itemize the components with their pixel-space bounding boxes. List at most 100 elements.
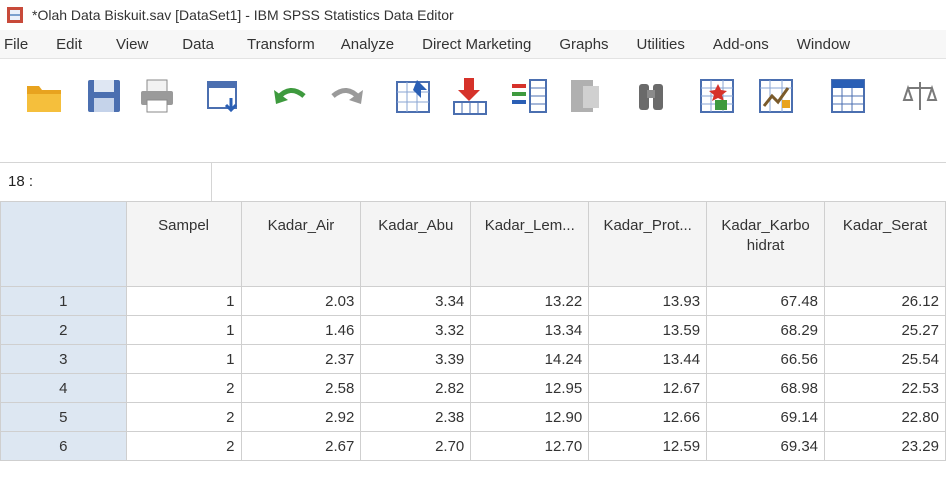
undo-icon <box>274 88 306 104</box>
data-cell[interactable]: 2 <box>125 373 242 403</box>
menu-transform[interactable]: Transform <box>247 36 315 53</box>
column-header[interactable]: Kadar_Karbo hidrat <box>706 201 826 287</box>
data-cell[interactable]: 12.59 <box>588 431 708 461</box>
menu-analyze[interactable]: Analyze <box>341 36 394 53</box>
data-cell[interactable]: 1 <box>125 286 242 316</box>
print-button[interactable] <box>135 74 179 118</box>
split-file-button[interactable] <box>826 74 870 118</box>
column-header-row: Sampel Kadar_Air Kadar_Abu Kadar_Lem... … <box>0 201 946 287</box>
data-cell[interactable]: 1.46 <box>240 315 362 345</box>
menu-window[interactable]: Window <box>797 36 850 53</box>
data-cell[interactable]: 22.80 <box>824 402 946 432</box>
data-cell[interactable]: 3.39 <box>360 344 472 374</box>
table-row: 4 2 2.58 2.82 12.95 12.67 68.98 22.53 <box>0 373 946 403</box>
data-cell[interactable]: 13.22 <box>470 286 590 316</box>
row-header[interactable]: 2 <box>0 315 127 345</box>
data-cell[interactable]: 25.27 <box>824 315 946 345</box>
row-header[interactable]: 6 <box>0 431 127 461</box>
run-descriptive-button[interactable] <box>563 74 607 118</box>
data-cell[interactable]: 67.48 <box>706 286 826 316</box>
save-icon <box>88 80 120 112</box>
column-header[interactable]: Kadar_Abu <box>360 201 472 287</box>
data-cell[interactable]: 12.90 <box>470 402 590 432</box>
column-header[interactable]: Kadar_Air <box>240 201 362 287</box>
data-cell[interactable]: 2.58 <box>240 373 362 403</box>
column-header[interactable]: Sampel <box>125 201 242 287</box>
data-cell[interactable]: 2.82 <box>360 373 472 403</box>
data-cell[interactable]: 22.53 <box>824 373 946 403</box>
data-cell[interactable]: 68.98 <box>706 373 826 403</box>
data-cell[interactable]: 66.56 <box>706 344 826 374</box>
menu-file[interactable]: File <box>4 36 28 53</box>
grid-corner-cell[interactable] <box>0 201 127 287</box>
menu-edit[interactable]: Edit <box>56 36 82 53</box>
variables-button[interactable] <box>508 74 552 118</box>
cell-value-input[interactable] <box>213 163 946 201</box>
data-cell[interactable]: 13.44 <box>588 344 708 374</box>
data-cell[interactable]: 1 <box>125 344 242 374</box>
data-cell[interactable]: 2 <box>125 431 242 461</box>
data-cell[interactable]: 13.34 <box>470 315 590 345</box>
redo-button[interactable] <box>325 74 369 118</box>
row-header[interactable]: 3 <box>0 344 127 374</box>
data-cell[interactable]: 3.34 <box>360 286 472 316</box>
data-cell[interactable]: 2.37 <box>240 344 362 374</box>
weight-cases-button[interactable] <box>900 74 940 118</box>
data-cell[interactable]: 13.93 <box>588 286 708 316</box>
recall-dialog-button[interactable] <box>203 74 247 118</box>
column-header[interactable]: Kadar_Lem... <box>470 201 590 287</box>
data-cell[interactable]: 69.14 <box>706 402 826 432</box>
row-header[interactable]: 1 <box>0 286 127 316</box>
variables-icon <box>512 79 547 113</box>
data-cell[interactable]: 13.59 <box>588 315 708 345</box>
data-table: Sampel Kadar_Air Kadar_Abu Kadar_Lem... … <box>0 201 946 461</box>
data-cell[interactable]: 23.29 <box>824 431 946 461</box>
row-header[interactable]: 5 <box>0 402 127 432</box>
insert-cases-button[interactable] <box>695 74 739 118</box>
data-cell[interactable]: 12.70 <box>470 431 590 461</box>
data-cell[interactable]: 2.38 <box>360 402 472 432</box>
column-header[interactable]: Kadar_Prot... <box>588 201 708 287</box>
data-cell[interactable]: 3.32 <box>360 315 472 345</box>
menu-graphs[interactable]: Graphs <box>559 36 608 53</box>
data-cell[interactable]: 12.95 <box>470 373 590 403</box>
column-header[interactable]: Kadar_Serat <box>824 201 946 287</box>
menu-bar: File Edit View Data Transform Analyze Di… <box>0 30 946 59</box>
data-cell[interactable]: 2.67 <box>240 431 362 461</box>
data-cell[interactable]: 2 <box>125 402 242 432</box>
data-grid: Sampel Kadar_Air Kadar_Abu Kadar_Lem... … <box>0 201 946 488</box>
menu-data[interactable]: Data <box>182 36 214 53</box>
row-header[interactable]: 4 <box>0 373 127 403</box>
recall-dialog-icon <box>207 81 238 113</box>
undo-button[interactable] <box>268 74 312 118</box>
goto-variable-button[interactable] <box>448 74 492 118</box>
data-cell[interactable]: 68.29 <box>706 315 826 345</box>
data-cell[interactable]: 26.12 <box>824 286 946 316</box>
data-cell[interactable]: 2.92 <box>240 402 362 432</box>
insert-cases-icon <box>700 79 734 113</box>
table-row: 5 2 2.92 2.38 12.90 12.66 69.14 22.80 <box>0 402 946 432</box>
find-button[interactable] <box>629 74 673 118</box>
spss-app-icon <box>7 7 23 23</box>
table-row: 1 1 2.03 3.34 13.22 13.93 67.48 26.12 <box>0 286 946 316</box>
save-button[interactable] <box>82 74 126 118</box>
data-cell[interactable]: 2.70 <box>360 431 472 461</box>
insert-variable-button[interactable] <box>754 74 798 118</box>
menu-direct-marketing[interactable]: Direct Marketing <box>422 36 531 53</box>
menu-add-ons[interactable]: Add-ons <box>713 36 769 53</box>
goto-case-button[interactable] <box>391 74 435 118</box>
data-cell[interactable]: 69.34 <box>706 431 826 461</box>
table-row: 2 1 1.46 3.32 13.34 13.59 68.29 25.27 <box>0 315 946 345</box>
cell-editor-bar: 18 : <box>0 162 946 202</box>
data-cell[interactable]: 2.03 <box>240 286 362 316</box>
open-folder-button[interactable] <box>22 74 66 118</box>
insert-variable-icon <box>759 79 793 113</box>
menu-view[interactable]: View <box>116 36 148 53</box>
menu-utilities[interactable]: Utilities <box>637 36 685 53</box>
data-cell[interactable]: 12.67 <box>588 373 708 403</box>
data-cell[interactable]: 1 <box>125 315 242 345</box>
data-cell[interactable]: 12.66 <box>588 402 708 432</box>
data-cell[interactable]: 14.24 <box>470 344 590 374</box>
split-file-icon <box>831 79 865 113</box>
data-cell[interactable]: 25.54 <box>824 344 946 374</box>
